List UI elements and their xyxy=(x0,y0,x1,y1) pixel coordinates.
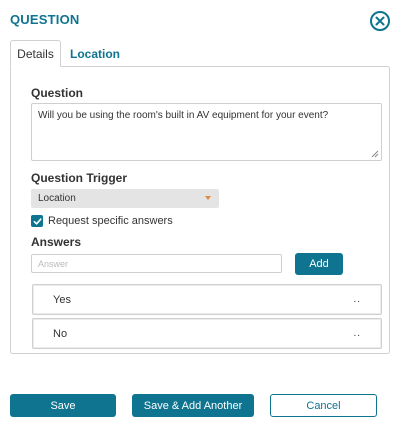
resize-grip-icon[interactable] xyxy=(371,150,379,158)
answers-label: Answers xyxy=(31,235,82,249)
answer-item-label: Yes xyxy=(53,293,71,306)
question-text: Will you be using the room's built in AV… xyxy=(38,110,329,121)
question-textarea[interactable]: Will you be using the room's built in AV… xyxy=(31,103,382,161)
close-icon xyxy=(375,16,385,26)
dialog-title: QUESTION xyxy=(10,12,80,27)
tab-details[interactable]: Details xyxy=(10,40,61,67)
question-label: Question xyxy=(31,86,84,100)
checkmark-icon xyxy=(33,217,42,225)
request-answers-label: Request specific answers xyxy=(48,215,173,227)
tab-location[interactable]: Location xyxy=(61,40,129,67)
save-button[interactable]: Save xyxy=(10,394,116,417)
dropdown-caret-icon xyxy=(205,196,211,200)
close-button[interactable] xyxy=(370,11,390,31)
answer-input[interactable] xyxy=(31,254,282,273)
cancel-button[interactable]: Cancel xyxy=(270,394,377,417)
answer-list-item[interactable]: No .. xyxy=(32,318,382,349)
question-trigger-value: Location xyxy=(38,193,76,204)
answer-item-label: No xyxy=(53,327,68,340)
question-trigger-select[interactable]: Location xyxy=(31,189,219,208)
answer-item-menu[interactable]: .. xyxy=(353,294,361,305)
tab-bar: Details Location xyxy=(10,40,129,67)
request-answers-checkbox[interactable] xyxy=(31,215,43,227)
question-trigger-label: Question Trigger xyxy=(31,171,128,185)
answer-list-item[interactable]: Yes .. xyxy=(32,284,382,315)
answer-item-menu[interactable]: .. xyxy=(353,328,361,339)
add-answer-button[interactable]: Add xyxy=(295,253,343,275)
save-add-another-button[interactable]: Save & Add Another xyxy=(132,394,254,417)
